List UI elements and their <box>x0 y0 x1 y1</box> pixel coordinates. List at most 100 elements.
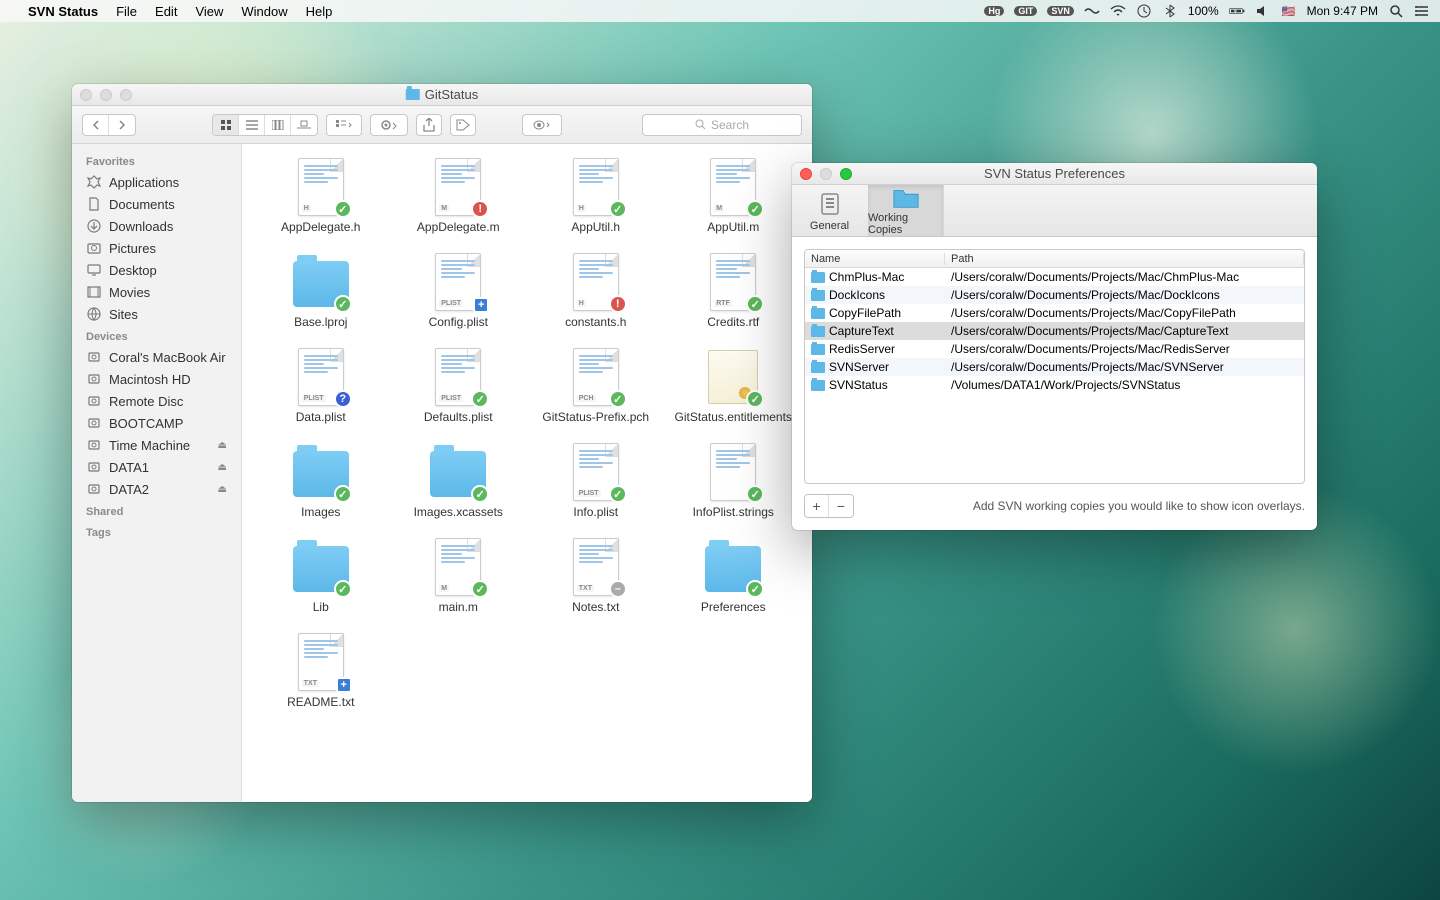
file-item[interactable]: H✓AppDelegate.h <box>256 158 386 235</box>
tab-working-copies[interactable]: Working Copies <box>868 185 944 236</box>
coverflow-view-button[interactable] <box>291 114 317 136</box>
minimize-button[interactable] <box>820 168 832 180</box>
file-item[interactable]: TXT–Notes.txt <box>531 538 661 615</box>
back-button[interactable] <box>83 114 109 136</box>
minimize-button[interactable] <box>100 89 112 101</box>
wifi-icon[interactable] <box>1110 3 1126 19</box>
file-label: Images <box>301 505 340 520</box>
app-menu[interactable]: SVN Status <box>28 4 98 19</box>
forward-button[interactable] <box>109 114 135 136</box>
file-item[interactable]: PLIST✓Defaults.plist <box>393 348 523 425</box>
file-item[interactable]: ✓Images.xcassets <box>393 443 523 520</box>
folder-icon <box>811 362 825 373</box>
sidebar-item-movies[interactable]: Movies <box>72 281 241 303</box>
notifications-icon[interactable] <box>1414 3 1430 19</box>
file-item[interactable]: PCH✓GitStatus-Prefix.pch <box>531 348 661 425</box>
tags-button[interactable] <box>450 114 476 136</box>
close-button[interactable] <box>80 89 92 101</box>
git-status-icon[interactable]: GIT <box>1014 6 1037 16</box>
sidebar-item-desktop[interactable]: Desktop <box>72 259 241 281</box>
menu-view[interactable]: View <box>195 4 223 19</box>
sidebar-item-device[interactable]: DATA2⏏ <box>72 478 241 500</box>
sidebar-item-downloads[interactable]: Downloads <box>72 215 241 237</box>
zoom-button[interactable] <box>840 168 852 180</box>
prefs-titlebar[interactable]: SVN Status Preferences <box>792 163 1317 185</box>
file-item[interactable]: ✓Images <box>256 443 386 520</box>
sidebar-item-documents[interactable]: Documents <box>72 193 241 215</box>
icon-view-button[interactable] <box>213 114 239 136</box>
file-item[interactable]: PLIST✓Info.plist <box>531 443 661 520</box>
table-row[interactable]: CaptureText/Users/coralw/Documents/Proje… <box>805 322 1304 340</box>
folder-icon <box>811 290 825 301</box>
sidebar-item-device[interactable]: Coral's MacBook Air <box>72 346 241 368</box>
table-row[interactable]: ChmPlus-Mac/Users/coralw/Documents/Proje… <box>805 268 1304 286</box>
drive-icon <box>86 349 102 365</box>
clock-icon[interactable] <box>1136 3 1152 19</box>
file-item[interactable]: RTF✓Credits.rtf <box>668 253 798 330</box>
hg-status-icon[interactable]: Hg <box>984 6 1004 16</box>
sidebar-item-device[interactable]: DATA1⏏ <box>72 456 241 478</box>
remove-button[interactable]: − <box>829 495 853 517</box>
menu-file[interactable]: File <box>116 4 137 19</box>
bluetooth-icon[interactable] <box>1162 3 1178 19</box>
table-row[interactable]: DockIcons/Users/coralw/Documents/Project… <box>805 286 1304 304</box>
volume-icon[interactable] <box>1255 3 1271 19</box>
add-remove-buttons: + − <box>804 494 854 518</box>
file-item[interactable]: H!constants.h <box>531 253 661 330</box>
file-item[interactable]: ✓GitStatus.entitlements <box>668 348 798 425</box>
add-button[interactable]: + <box>805 495 829 517</box>
sidebar-item-sites[interactable]: Sites <box>72 303 241 325</box>
sidebar-item-device[interactable]: Time Machine⏏ <box>72 434 241 456</box>
table-row[interactable]: SVNStatus/Volumes/DATA1/Work/Projects/SV… <box>805 376 1304 394</box>
eject-icon[interactable]: ⏏ <box>218 440 227 451</box>
status-badge-ok: ✓ <box>334 200 352 218</box>
spotlight-icon[interactable] <box>1388 3 1404 19</box>
menu-edit[interactable]: Edit <box>155 4 177 19</box>
column-view-button[interactable] <box>265 114 291 136</box>
dropbox-button[interactable] <box>523 114 561 136</box>
file-item[interactable]: ✓Base.lproj <box>256 253 386 330</box>
file-item[interactable]: TXT+README.txt <box>256 633 386 710</box>
column-name[interactable]: Name <box>805 253 945 265</box>
sidebar-item-label: Remote Disc <box>109 394 183 409</box>
tab-general[interactable]: General <box>792 185 868 236</box>
action-button[interactable] <box>371 114 407 136</box>
file-item[interactable]: H✓AppUtil.h <box>531 158 661 235</box>
file-item[interactable]: ✓Preferences <box>668 538 798 615</box>
table-row[interactable]: RedisServer/Users/coralw/Documents/Proje… <box>805 340 1304 358</box>
zoom-button[interactable] <box>120 89 132 101</box>
clock-text[interactable]: Mon 9:47 PM <box>1307 4 1378 18</box>
search-field[interactable]: Search <box>642 114 802 136</box>
sidebar-item-pictures[interactable]: Pictures <box>72 237 241 259</box>
file-item[interactable]: M✓main.m <box>393 538 523 615</box>
drive-icon <box>86 415 102 431</box>
sidebar-item-device[interactable]: BOOTCAMP <box>72 412 241 434</box>
flag-icon[interactable]: 🇺🇸 <box>1281 3 1297 19</box>
file-item[interactable]: M✓AppUtil.m <box>668 158 798 235</box>
sidebar-item-device[interactable]: Remote Disc <box>72 390 241 412</box>
close-button[interactable] <box>800 168 812 180</box>
sync-icon[interactable] <box>1084 3 1100 19</box>
svn-status-icon[interactable]: SVN <box>1047 6 1074 16</box>
table-row[interactable]: SVNServer/Users/coralw/Documents/Project… <box>805 358 1304 376</box>
eject-icon[interactable]: ⏏ <box>218 484 227 495</box>
file-item[interactable]: PLIST?Data.plist <box>256 348 386 425</box>
menu-help[interactable]: Help <box>306 4 333 19</box>
battery-icon[interactable] <box>1229 3 1245 19</box>
menu-window[interactable]: Window <box>241 4 287 19</box>
file-label: GitStatus.entitlements <box>675 410 792 425</box>
sidebar-item-applications[interactable]: Applications <box>72 171 241 193</box>
file-item[interactable]: ✓Lib <box>256 538 386 615</box>
finder-titlebar[interactable]: GitStatus <box>72 84 812 106</box>
list-view-button[interactable] <box>239 114 265 136</box>
share-button[interactable] <box>416 114 442 136</box>
sidebar-item-device[interactable]: Macintosh HD <box>72 368 241 390</box>
table-row[interactable]: CopyFilePath/Users/coralw/Documents/Proj… <box>805 304 1304 322</box>
file-item[interactable]: M!AppDelegate.m <box>393 158 523 235</box>
eject-icon[interactable]: ⏏ <box>218 462 227 473</box>
folder-icon <box>811 326 825 337</box>
file-item[interactable]: PLIST+Config.plist <box>393 253 523 330</box>
column-path[interactable]: Path <box>945 253 1304 265</box>
arrange-button[interactable] <box>327 114 361 136</box>
file-item[interactable]: ✓InfoPlist.strings <box>668 443 798 520</box>
